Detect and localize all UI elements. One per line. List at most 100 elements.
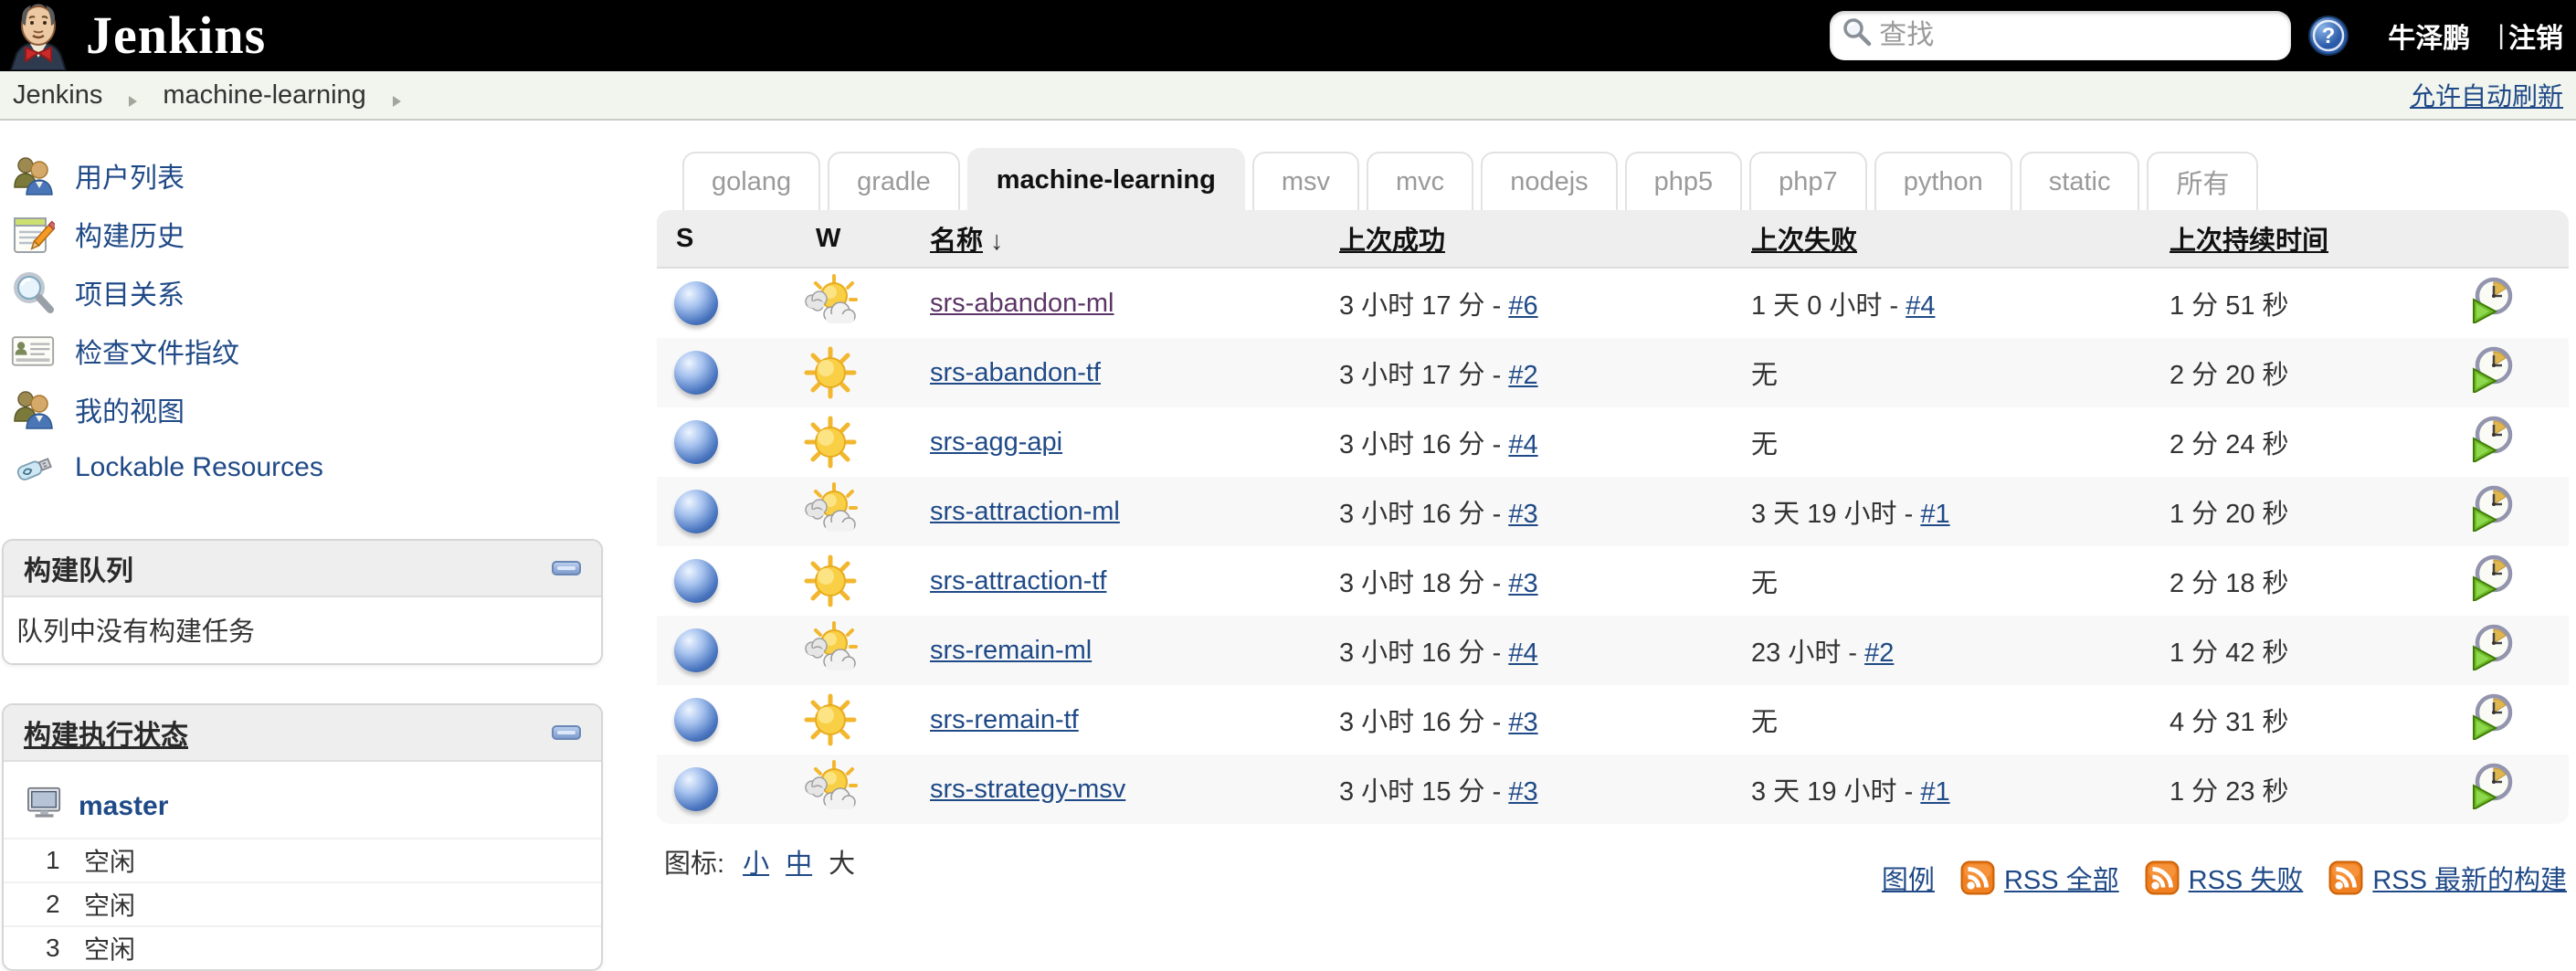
build-queue-header: 构建队列	[4, 541, 601, 597]
schedule-build-icon[interactable]	[2467, 345, 2515, 395]
build-number-link[interactable]: #2	[1864, 639, 1894, 668]
tab-php7[interactable]: php7	[1749, 152, 1867, 210]
build-number-link[interactable]: #3	[1508, 777, 1537, 807]
tab-python[interactable]: python	[1874, 152, 2012, 210]
tab-nodejs[interactable]: nodejs	[1481, 152, 1618, 210]
build-number-link[interactable]: #3	[1508, 708, 1537, 737]
sidebar: 用户列表 构建历史 项目关系 检查文件指纹 我的视图 Lockable Resources…	[0, 121, 605, 971]
sidebar-item-my-views[interactable]: 我的视图	[0, 380, 605, 438]
build-number-link[interactable]: #4	[1508, 639, 1537, 668]
breadcrumb-current[interactable]: machine-learning	[163, 80, 365, 111]
column-header-status[interactable]: S	[676, 224, 693, 253]
search-input[interactable]	[1879, 20, 2281, 51]
schedule-build-icon[interactable]	[2467, 415, 2515, 464]
job-name-link[interactable]: srs-abandon-ml	[930, 289, 1114, 318]
tab-gradle[interactable]: gradle	[828, 152, 960, 210]
executor-status-title-link[interactable]: 构建执行状态	[24, 712, 188, 753]
enable-auto-refresh-link[interactable]: 允许自动刷新	[2410, 77, 2563, 113]
column-header-weather[interactable]: W	[816, 224, 840, 253]
job-row: srs-attraction-ml 3 小时 16 分 - #3 3 天 19 小时…	[657, 477, 2569, 546]
search-box	[1830, 11, 2292, 60]
tab-msv[interactable]: msv	[1251, 152, 1360, 210]
sidebar-item-build-history[interactable]: 构建历史	[0, 205, 605, 263]
weather-partly-cloudy-icon	[801, 274, 860, 323]
tab-golang[interactable]: golang	[682, 152, 821, 210]
status-ball-blue-icon[interactable]	[674, 628, 718, 672]
sidebar-item-user-list[interactable]: 用户列表	[0, 146, 605, 205]
breadcrumb-root[interactable]: Jenkins	[13, 80, 102, 111]
legend-link[interactable]: 图例	[1882, 859, 1935, 897]
column-header-name[interactable]: 名称	[930, 227, 983, 256]
svg-text:?: ?	[2322, 24, 2336, 48]
last-success-cell: 3 小时 15 分 - #3	[1339, 777, 1538, 807]
build-number-link[interactable]: #3	[1508, 569, 1537, 598]
build-number-link[interactable]: #4	[1906, 291, 1935, 321]
build-number-link[interactable]: #1	[1920, 777, 1949, 807]
last-duration-cell: 4 分 31 秒	[2170, 708, 2289, 737]
sidebar-item-check-file-fingerprint[interactable]: 检查文件指纹	[0, 322, 605, 380]
sidebar-item-lockable-resources[interactable]: Lockable Resources	[0, 438, 605, 497]
build-number-link[interactable]: #3	[1508, 500, 1537, 529]
master-node-link[interactable]: master	[79, 791, 168, 822]
rss-link-0[interactable]: RSS 全部	[1960, 859, 2119, 897]
executor-status-header: 构建执行状态	[4, 705, 601, 762]
master-node-row: master	[4, 776, 601, 838]
tab-machine-learning[interactable]: machine-learning	[966, 148, 1245, 210]
job-name-link[interactable]: srs-attraction-ml	[930, 497, 1120, 526]
help-icon[interactable]: ?	[2307, 15, 2349, 57]
icon-size-link[interactable]: 中	[786, 842, 812, 881]
build-number-link[interactable]: #2	[1508, 361, 1537, 390]
last-success-cell: 3 小时 17 分 - #2	[1339, 361, 1538, 390]
column-header-last-success[interactable]: 上次成功	[1339, 227, 1445, 256]
rss-link-label: RSS 全部	[2003, 866, 2119, 895]
schedule-build-icon[interactable]	[2467, 762, 2515, 811]
status-ball-blue-icon[interactable]	[674, 420, 718, 464]
schedule-build-icon[interactable]	[2467, 484, 2515, 533]
job-name-link[interactable]: srs-attraction-tf	[930, 566, 1106, 596]
status-ball-blue-icon[interactable]	[674, 698, 718, 742]
job-row: srs-remain-tf 3 小时 16 分 - #3 无 4 分 31 秒	[657, 685, 2569, 755]
sidebar-item-project-relationship[interactable]: 项目关系	[0, 263, 605, 322]
table-header-row: S W 名称 ↓ 上次成功 上次失败 上次持续时间	[657, 210, 2569, 269]
usb-icon	[11, 446, 55, 490]
rss-feed-icon	[1960, 860, 1995, 895]
logout-link[interactable]: 注销	[2508, 16, 2563, 56]
jenkins-home-link[interactable]: Jenkins	[5, 1, 266, 71]
last-duration-cell: 1 分 23 秒	[2170, 777, 2289, 807]
column-header-last-failure[interactable]: 上次失败	[1751, 227, 1857, 256]
schedule-build-icon[interactable]	[2467, 623, 2515, 672]
tab-php5[interactable]: php5	[1624, 152, 1743, 210]
job-name-link[interactable]: srs-abandon-tf	[930, 358, 1101, 387]
schedule-build-icon[interactable]	[2467, 692, 2515, 742]
rss-link-2[interactable]: RSS 最新的构建	[2328, 859, 2567, 897]
job-name-link[interactable]: srs-strategy-msv	[930, 775, 1125, 804]
user-name-link[interactable]: 牛泽鹏	[2388, 16, 2470, 56]
schedule-build-icon[interactable]	[2467, 276, 2515, 325]
job-name-link[interactable]: srs-remain-ml	[930, 636, 1092, 665]
collapse-icon[interactable]	[552, 725, 581, 740]
sidebar-item-label: Lockable Resources	[75, 452, 323, 482]
tab-all[interactable]: 所有	[2147, 152, 2259, 210]
status-ball-blue-icon[interactable]	[674, 281, 718, 325]
status-ball-blue-icon[interactable]	[674, 559, 718, 603]
rss-link-1[interactable]: RSS 失败	[2145, 859, 2304, 897]
last-success-cell: 3 小时 16 分 - #4	[1339, 639, 1538, 668]
icon-size-link[interactable]: 小	[743, 842, 769, 881]
collapse-icon[interactable]	[552, 561, 581, 575]
column-header-last-duration[interactable]: 上次持续时间	[2170, 227, 2328, 256]
last-failure-cell: 无	[1751, 430, 1779, 459]
tab-static[interactable]: static	[2019, 152, 2140, 210]
build-number-link[interactable]: #6	[1508, 291, 1537, 321]
build-number-link[interactable]: #4	[1508, 430, 1537, 459]
tab-mvc[interactable]: mvc	[1367, 152, 1474, 210]
status-ball-blue-icon[interactable]	[674, 767, 718, 811]
status-ball-blue-icon[interactable]	[674, 490, 718, 533]
schedule-build-icon[interactable]	[2467, 554, 2515, 603]
job-name-link[interactable]: srs-remain-tf	[930, 705, 1079, 734]
job-name-link[interactable]: srs-agg-api	[930, 427, 1062, 457]
build-number-link[interactable]: #1	[1920, 500, 1949, 529]
last-duration-cell: 1 分 42 秒	[2170, 639, 2289, 668]
view-tabs: golang gradle machine-learning msv mvc nodejs…	[657, 121, 2569, 210]
rss-link-label: RSS 失败	[2188, 866, 2304, 895]
status-ball-blue-icon[interactable]	[674, 351, 718, 395]
